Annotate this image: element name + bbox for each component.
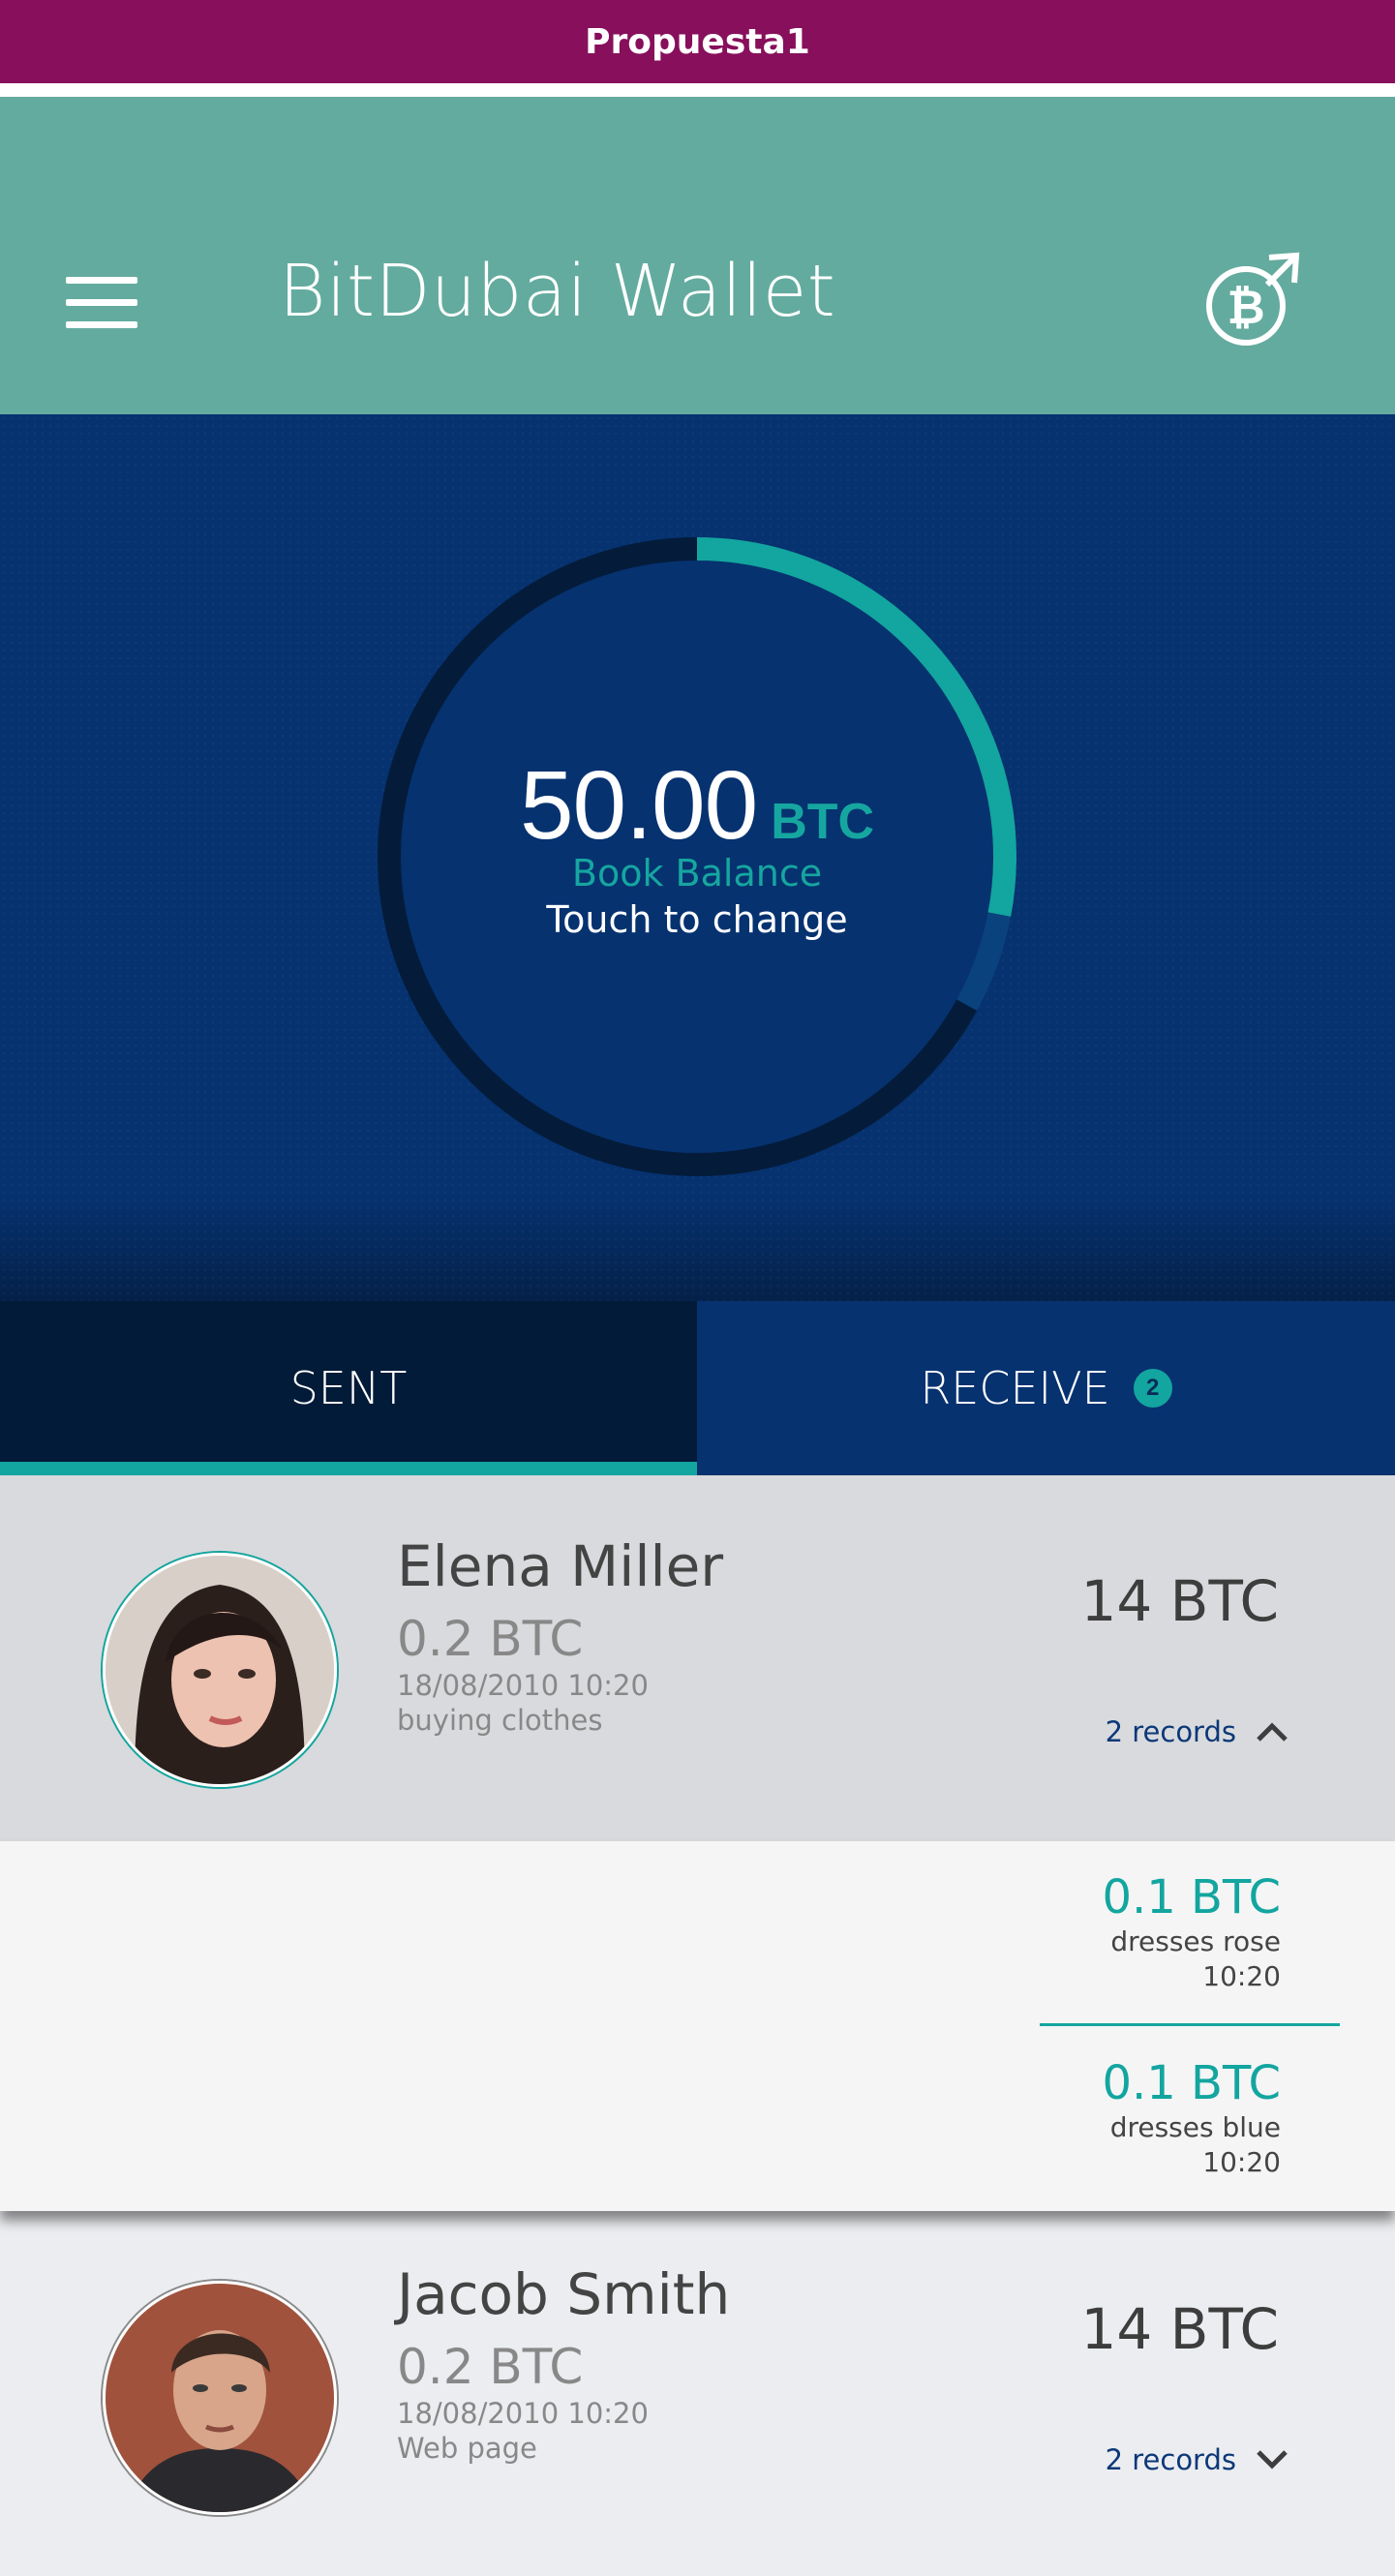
tab-receive-label: RECEIVE: [920, 1362, 1110, 1414]
records-label: 2 records: [1105, 1715, 1236, 1748]
hamburger-menu-icon[interactable]: [66, 277, 137, 329]
chevron-up-icon: [1257, 1722, 1288, 1742]
window-title: Propuesta1: [585, 21, 810, 62]
tab-receive[interactable]: RECEIVE 2: [697, 1301, 1395, 1475]
record-divider: [1040, 2023, 1340, 2026]
record-amount: 0.1 BTC: [1102, 2056, 1281, 2110]
chevron-down-icon: [1257, 2450, 1288, 2470]
records-toggle[interactable]: 2 records: [1106, 2443, 1289, 2476]
record-time: 10:20: [1202, 2146, 1281, 2178]
balance-display[interactable]: 50.00 BTC Book Balance Touch to change: [407, 750, 987, 941]
tab-sent-label: SENT: [289, 1362, 408, 1414]
record-time: 10:20: [1202, 1960, 1281, 1992]
records-detail-panel: 0.1 BTC dresses rose 10:20 0.1 BTC dress…: [0, 1841, 1395, 2211]
active-tab-indicator: [0, 1462, 697, 1475]
transaction-amount: 0.2 BTC: [397, 2339, 584, 2395]
svg-text:₿: ₿: [1227, 281, 1264, 335]
bitcoin-send-icon[interactable]: ₿: [1205, 252, 1302, 349]
receive-count-badge: 2: [1133, 1369, 1172, 1408]
transaction-row[interactable]: Jacob Smith 0.2 BTC 18/08/2010 10:20 Web…: [0, 2211, 1395, 2576]
contact-name: Elena Miller: [397, 1533, 724, 1599]
window-title-bar: Propuesta1: [0, 0, 1395, 83]
record-item: 0.1 BTC dresses blue 10:20: [1102, 2056, 1281, 2180]
app-title: BitDubai Wallet: [279, 250, 836, 333]
tab-bar: SENT RECEIVE 2: [0, 1301, 1395, 1475]
balance-value: 50.00: [519, 751, 758, 860]
tab-sent[interactable]: SENT: [0, 1301, 697, 1475]
transaction-amount: 0.2 BTC: [397, 1611, 584, 1667]
contact-name: Jacob Smith: [397, 2261, 731, 2327]
avatar: [103, 2281, 337, 2515]
records-label: 2 records: [1105, 2443, 1236, 2476]
transaction-total: 14 BTC: [1080, 2296, 1279, 2362]
records-toggle[interactable]: 2 records: [1106, 1715, 1289, 1748]
balance-unit: BTC: [771, 794, 875, 850]
record-description: dresses rose: [1110, 1925, 1281, 1957]
transaction-total: 14 BTC: [1080, 1568, 1279, 1634]
record-amount: 0.1 BTC: [1102, 1870, 1281, 1924]
transaction-note: Web page: [397, 2432, 537, 2465]
transaction-row[interactable]: Elena Miller 0.2 BTC 18/08/2010 10:20 bu…: [0, 1475, 1395, 1841]
balance-label: Book Balance: [571, 852, 823, 894]
avatar: [103, 1553, 337, 1787]
transaction-date: 18/08/2010 10:20: [397, 2397, 649, 2430]
transaction-date: 18/08/2010 10:20: [397, 1669, 649, 1702]
record-description: dresses blue: [1109, 2111, 1281, 2143]
transaction-note: buying clothes: [397, 1704, 603, 1737]
balance-hint: Touch to change: [546, 898, 848, 941]
record-item: 0.1 BTC dresses rose 10:20: [1102, 1870, 1281, 1994]
